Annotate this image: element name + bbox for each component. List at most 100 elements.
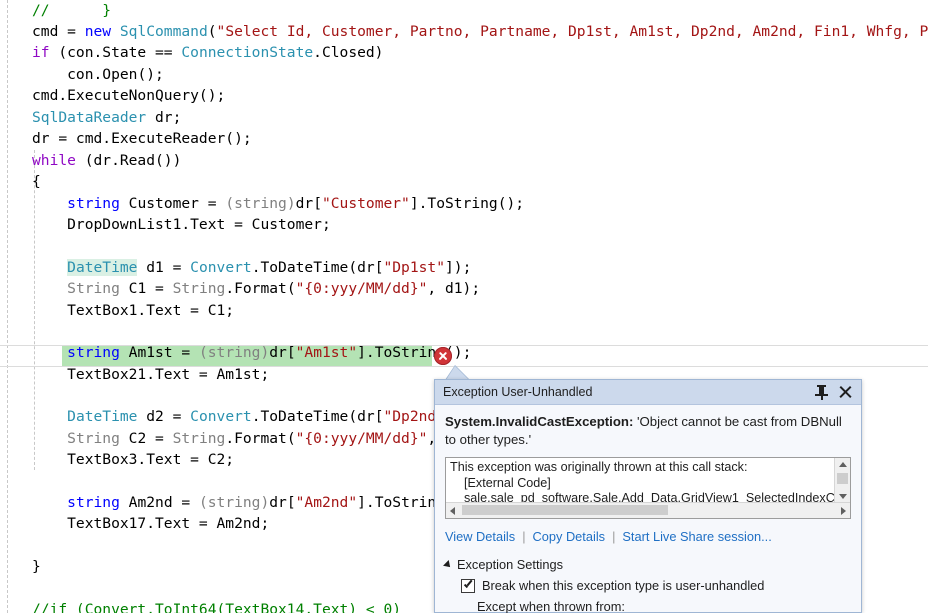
code-token: (string) <box>225 195 296 212</box>
code-token: Convert <box>190 259 252 276</box>
start-live-share-link[interactable]: Start Live Share session... <box>622 529 771 544</box>
close-icon[interactable] <box>837 384 854 401</box>
code-token: } <box>32 558 41 575</box>
code-token: string <box>67 494 129 511</box>
code-token: TextBox21.Text = Am1st; <box>32 366 270 383</box>
scroll-down-icon[interactable] <box>838 494 847 499</box>
code-line: String C1 = String.Format("{0:yyy/MM/dd}… <box>32 278 480 299</box>
code-token: String <box>172 280 226 297</box>
code-token: string <box>67 195 129 212</box>
code-token: "Dp1st" <box>383 259 445 276</box>
scroll-thumb-horizontal[interactable] <box>462 505 668 515</box>
code-line: DateTime d1 = Convert.ToDateTime(dr["Dp1… <box>32 257 471 278</box>
code-token: // } <box>32 2 112 19</box>
code-token: dr[ <box>269 494 296 511</box>
break-when-unhandled-row[interactable]: Break when this exception type is user-u… <box>445 578 851 593</box>
code-token: d1 = <box>137 259 191 276</box>
code-line: DropDownList1.Text = Customer; <box>32 214 331 235</box>
code-token: "Am1st" <box>295 344 358 361</box>
call-stack-frame[interactable]: [External Code] <box>450 476 834 492</box>
code-token: ].ToString(); <box>357 344 472 361</box>
code-token: "Am2nd" <box>295 494 358 511</box>
code-token: String <box>172 430 226 447</box>
scroll-up-icon[interactable] <box>838 462 847 467</box>
code-token: "{0:yyy/MM/dd}" <box>295 280 428 297</box>
code-token: Am2nd = <box>128 494 199 511</box>
code-token: String <box>67 430 120 447</box>
code-token: while <box>32 152 85 169</box>
code-token: cmd.ExecuteNonQuery(); <box>32 87 226 104</box>
code-token: ( <box>207 23 217 40</box>
code-token: DropDownList1.Text = Customer; <box>32 216 331 233</box>
code-line: DateTime d2 = Convert.ToDateTime(dr["Dp2… <box>32 406 471 427</box>
code-token: DateTime <box>67 408 138 425</box>
indent-guide <box>7 0 8 613</box>
exception-settings-header[interactable]: Exception Settings <box>443 557 851 572</box>
code-line: // } <box>32 0 111 21</box>
code-token: Customer = <box>128 195 226 212</box>
exception-settings-label: Exception Settings <box>457 557 563 572</box>
expander-triangle-icon[interactable] <box>443 559 453 570</box>
call-stack-vertical-scrollbar[interactable] <box>834 458 850 503</box>
code-token: .ToDateTime(dr[ <box>251 408 384 425</box>
call-stack-header: This exception was originally thrown at … <box>450 460 748 474</box>
popup-body: System.InvalidCastException: 'Object can… <box>435 405 861 613</box>
code-token: SqlCommand <box>119 23 208 40</box>
popup-tail <box>446 366 469 380</box>
code-token: Am1st = <box>128 344 199 361</box>
code-line: string Customer = (string)dr["Customer"]… <box>32 193 524 214</box>
exception-message: System.InvalidCastException: 'Object can… <box>445 413 851 448</box>
code-token: String <box>67 280 120 297</box>
code-token: DateTime <box>67 259 138 276</box>
link-separator: | <box>612 529 616 544</box>
vs-debugger-screen: // } cmd = new SqlCommand("Select Id, Cus… <box>0 0 928 613</box>
exception-type: System.InvalidCastException: <box>445 414 634 429</box>
code-token: "Customer" <box>321 195 410 212</box>
call-stack-box[interactable]: This exception was originally thrown at … <box>445 457 851 519</box>
exception-settings: Exception Settings Break when this excep… <box>443 557 851 613</box>
code-token: Open <box>102 66 138 83</box>
popup-title: Exception User-Unhandled <box>443 385 593 399</box>
code-line: TextBox3.Text = C2; <box>32 449 234 470</box>
popup-title-bar: Exception User-Unhandled <box>435 380 861 405</box>
code-line: { <box>32 171 41 192</box>
code-token: if <box>32 44 59 61</box>
scroll-right-icon[interactable] <box>841 506 846 515</box>
code-line: if (con.State == ConnectionState.Closed) <box>32 42 383 63</box>
scroll-thumb-vertical[interactable] <box>837 473 848 484</box>
code-token: dr[ <box>269 344 296 361</box>
break-when-unhandled-label: Break when this exception type is user-u… <box>482 578 765 593</box>
popup-links: View Details | Copy Details | Start Live… <box>445 529 851 544</box>
exception-popup[interactable]: Exception User-Unhandled System.InvalidC… <box>434 379 862 613</box>
call-stack-lines: This exception was originally thrown at … <box>446 458 834 503</box>
break-when-unhandled-checkbox[interactable] <box>461 578 475 593</box>
code-token: (); <box>137 66 164 83</box>
view-details-link[interactable]: View Details <box>445 529 515 544</box>
code-token: , d1); <box>427 280 481 297</box>
code-token: "{0:yyy/MM/dd}" <box>295 430 428 447</box>
code-token: .Format( <box>225 430 296 447</box>
code-token: dr = cmd.ExecuteReader(); <box>32 130 252 147</box>
code-token: (con.State == <box>58 44 182 61</box>
call-stack-horizontal-scrollbar[interactable] <box>446 502 850 518</box>
code-token: ].ToString(); <box>409 195 525 212</box>
pin-icon[interactable] <box>814 384 829 401</box>
code-token: (string) <box>198 494 270 511</box>
code-token: .ToDateTime(dr[ <box>251 259 384 276</box>
scroll-left-icon[interactable] <box>450 506 455 515</box>
error-icon[interactable] <box>434 347 452 365</box>
code-token: (string) <box>198 344 270 361</box>
code-token: cmd = <box>32 23 85 40</box>
code-line: } <box>32 556 41 577</box>
code-token: dr[ <box>295 195 322 212</box>
code-token: con. <box>32 66 103 83</box>
code-line: SqlDataReader dr; <box>32 107 181 128</box>
code-token: C2 = <box>119 430 173 447</box>
code-token: //if (Convert.ToInt64(TextBox14.Text) < … <box>32 601 402 613</box>
copy-details-link[interactable]: Copy Details <box>533 529 606 544</box>
code-token: TextBox3.Text = C2; <box>32 451 235 468</box>
code-line: con.Open(); <box>32 64 164 85</box>
